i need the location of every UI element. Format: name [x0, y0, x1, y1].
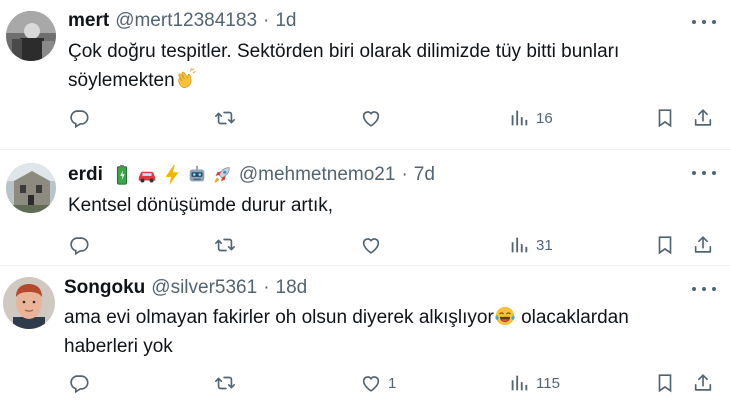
- retweet-icon: [214, 372, 236, 394]
- retweet-button[interactable]: [214, 368, 242, 398]
- author-name[interactable]: mert: [68, 10, 109, 32]
- author-name[interactable]: Songoku: [64, 277, 145, 299]
- heart-icon: [360, 107, 382, 129]
- separator-dot: ·: [263, 10, 270, 31]
- tweet-actions: 1 115: [64, 368, 730, 398]
- view-count: 31: [536, 236, 553, 254]
- tweet-text-content: Çok doğru tespitler. Sektörden biri olar…: [68, 41, 620, 91]
- separator-dot: ·: [263, 277, 270, 298]
- author-handle[interactable]: @mert12384183: [115, 10, 257, 32]
- share-icon: [692, 107, 714, 129]
- author-name[interactable]: erdi: [68, 164, 103, 186]
- timestamp[interactable]: 1d: [275, 10, 296, 32]
- like-button[interactable]: [360, 103, 388, 133]
- more-options-icon[interactable]: [692, 163, 716, 183]
- share-button[interactable]: [692, 368, 714, 398]
- share-icon: [692, 234, 714, 256]
- share-button[interactable]: [692, 103, 714, 133]
- clapping-hands-icon: [177, 68, 196, 89]
- retweet-button[interactable]: [214, 230, 242, 260]
- retweet-icon: [214, 234, 236, 256]
- avatar[interactable]: [3, 277, 55, 329]
- separator-dot: ·: [401, 164, 408, 185]
- reply-button[interactable]: [68, 368, 96, 398]
- bookmark-button[interactable]: [654, 230, 676, 260]
- like-count: 1: [388, 374, 397, 392]
- tweet[interactable]: erdi @mehmetnemo21 · 7d Kentsel dönüşümd…: [0, 151, 730, 266]
- red-car-icon: [138, 171, 156, 183]
- tweet[interactable]: Songoku @silver5361 · 18d ama evi olmaya…: [0, 267, 730, 420]
- avatar[interactable]: [6, 11, 56, 61]
- reply-button[interactable]: [68, 230, 96, 260]
- author-handle[interactable]: @mehmetnemo21: [239, 164, 396, 186]
- avatar[interactable]: [6, 163, 56, 213]
- reply-icon: [68, 372, 90, 394]
- like-button[interactable]: 1: [360, 368, 396, 398]
- bar-chart-icon: [508, 372, 530, 394]
- reply-icon: [68, 234, 90, 256]
- reply-button[interactable]: [68, 103, 96, 133]
- tweet-text: Çok doğru tespitler. Sektörden biri olar…: [68, 37, 700, 95]
- lightning-icon: [165, 164, 179, 186]
- heart-icon: [360, 234, 382, 256]
- bookmark-icon: [654, 107, 676, 129]
- view-count: 115: [536, 374, 560, 392]
- tweet-text: Kentsel dönüşümde durur artık,: [68, 195, 334, 216]
- timestamp[interactable]: 7d: [414, 164, 435, 186]
- more-options-icon[interactable]: [692, 279, 716, 299]
- tears-of-joy-icon: [495, 306, 515, 326]
- battery-icon: [116, 164, 127, 185]
- bar-chart-icon: [508, 234, 530, 256]
- more-options-icon[interactable]: [692, 12, 716, 32]
- views-button[interactable]: 31: [508, 230, 553, 260]
- views-button[interactable]: 115: [508, 368, 560, 398]
- name-emojis: [111, 164, 233, 186]
- tweet-actions: 16: [64, 103, 730, 133]
- tweet-text-part1: ama evi olmayan fakirler oh olsun diyere…: [64, 307, 494, 328]
- retweet-icon: [214, 107, 236, 129]
- tweet-actions: 31: [64, 230, 730, 260]
- bookmark-icon: [654, 372, 676, 394]
- tweet-text: ama evi olmayan fakirler oh olsun diyere…: [64, 303, 700, 361]
- bar-chart-icon: [508, 107, 530, 129]
- bookmark-button[interactable]: [654, 103, 676, 133]
- share-button[interactable]: [692, 230, 714, 260]
- views-button[interactable]: 16: [508, 103, 553, 133]
- like-button[interactable]: [360, 230, 388, 260]
- timestamp[interactable]: 18d: [276, 277, 308, 299]
- bookmark-icon: [654, 234, 676, 256]
- author-handle[interactable]: @silver5361: [151, 277, 257, 299]
- retweet-button[interactable]: [214, 103, 242, 133]
- bookmark-button[interactable]: [654, 368, 676, 398]
- rocket-icon: [214, 167, 230, 183]
- robot-icon: [189, 165, 205, 182]
- view-count: 16: [536, 109, 553, 127]
- reply-icon: [68, 107, 90, 129]
- tweet[interactable]: mert @mert12384183 · 1d Çok doğru tespit…: [0, 0, 730, 150]
- heart-icon: [360, 372, 382, 394]
- share-icon: [692, 372, 714, 394]
